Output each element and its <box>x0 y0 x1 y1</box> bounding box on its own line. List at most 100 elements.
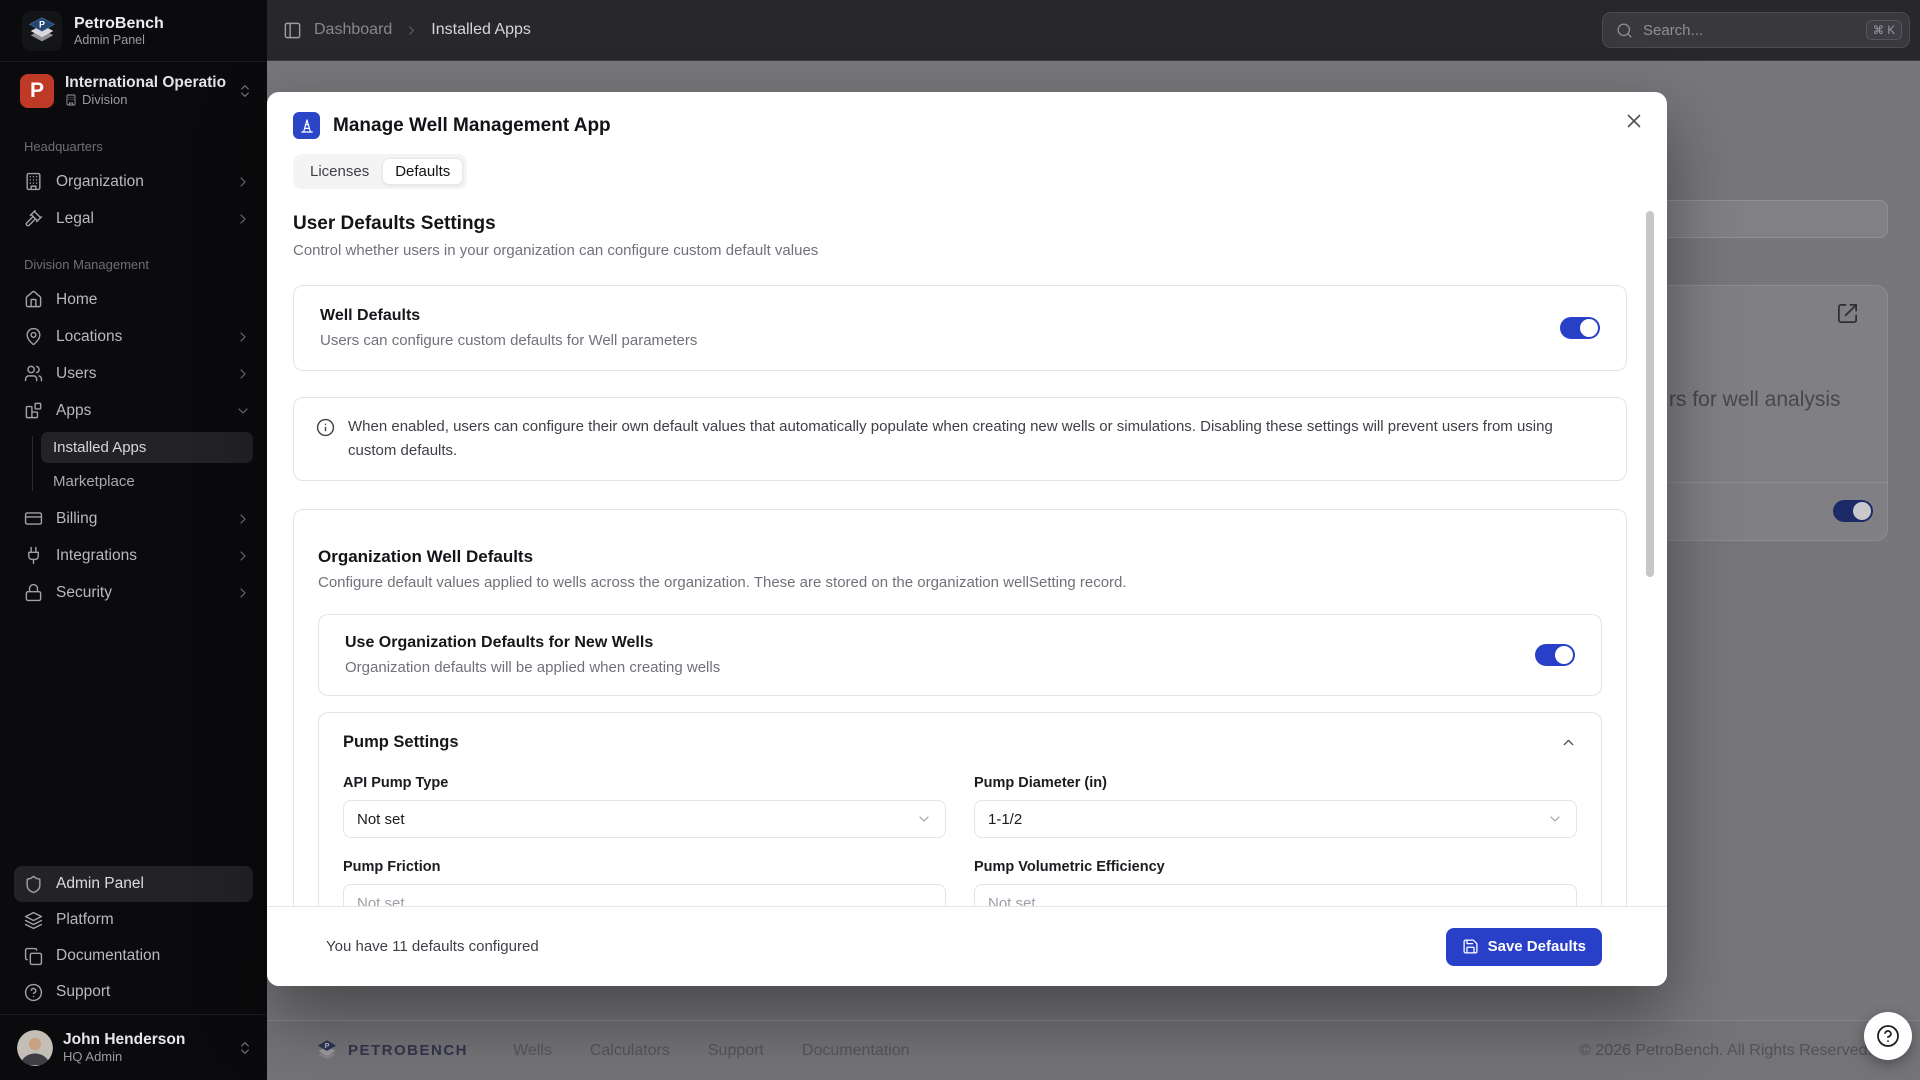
sidebar-item-label: Marketplace <box>53 473 135 490</box>
sidebar-item-locations[interactable]: Locations <box>0 318 267 355</box>
brand-title: PetroBench <box>74 14 164 33</box>
sidebar-item-label: Users <box>56 365 96 383</box>
sidebar-item-home[interactable]: Home <box>0 281 267 318</box>
api-pump-type-label: API Pump Type <box>343 775 946 791</box>
search-input[interactable] <box>1643 22 1866 39</box>
page-footer: P PETROBENCH Wells Calculators Support D… <box>267 1020 1920 1080</box>
sidebar-brand: P PetroBench Admin Panel <box>0 0 267 62</box>
org-type-label: Division <box>82 92 128 108</box>
chevron-down-icon <box>235 403 251 419</box>
global-search[interactable]: ⌘ K <box>1602 12 1910 48</box>
sidebar-item-label: Organization <box>56 173 144 191</box>
tab-licenses[interactable]: Licenses <box>297 158 382 185</box>
chevron-right-icon <box>235 548 251 564</box>
background-app-toggle[interactable] <box>1833 500 1873 522</box>
copy-docs-icon <box>24 947 43 966</box>
breadcrumb-parent[interactable]: Dashboard <box>314 21 392 39</box>
pump-diameter-select[interactable]: 1-1/2 <box>974 800 1577 838</box>
scrollbar-thumb[interactable] <box>1646 211 1654 577</box>
chevron-right-icon <box>235 211 251 227</box>
pump-friction-input[interactable] <box>343 884 946 906</box>
credit-card-icon <box>24 509 43 528</box>
sidebar-item-support[interactable]: Support <box>14 974 253 1010</box>
sidebar-item-label: Legal <box>56 210 94 228</box>
chevron-right-icon <box>235 585 251 601</box>
org-switcher[interactable]: P International Operatio Division <box>0 62 267 119</box>
plug-icon <box>24 546 43 565</box>
lock-icon <box>24 583 43 602</box>
layers-icon <box>24 911 43 930</box>
user-name: John Henderson <box>63 1030 237 1049</box>
breadcrumb: Dashboard Installed Apps <box>283 21 531 40</box>
footer-link-calculators[interactable]: Calculators <box>590 1042 670 1060</box>
save-defaults-button[interactable]: Save Defaults <box>1446 928 1602 966</box>
user-menu[interactable]: John Henderson HQ Admin <box>0 1014 267 1080</box>
well-defaults-toggle[interactable] <box>1560 317 1600 339</box>
section-subtitle: Control whether users in your organizati… <box>293 242 1627 259</box>
brand-subtitle: Admin Panel <box>74 33 164 48</box>
gavel-icon <box>24 209 43 228</box>
tab-defaults[interactable]: Defaults <box>382 158 463 185</box>
org-well-defaults-card: Organization Well Defaults Configure def… <box>293 509 1627 906</box>
section-label-division: Division Management <box>0 237 267 281</box>
help-circle-icon <box>1876 1024 1900 1048</box>
well-app-icon <box>293 112 320 139</box>
sidebar-item-security[interactable]: Security <box>0 574 267 611</box>
footer-link-wells[interactable]: Wells <box>513 1042 552 1060</box>
sidebar-item-label: Integrations <box>56 547 137 565</box>
modal-title: Manage Well Management App <box>333 115 611 137</box>
apps-blocks-icon <box>24 401 43 420</box>
info-icon <box>316 418 335 437</box>
footer-link-documentation[interactable]: Documentation <box>802 1042 910 1060</box>
sidebar-item-label: Apps <box>56 402 91 420</box>
chevron-right-icon <box>235 511 251 527</box>
users-icon <box>24 364 43 383</box>
petrobench-logo-icon: P <box>22 11 62 51</box>
pump-friction-label: Pump Friction <box>343 859 946 875</box>
footer-copyright: © 2026 PetroBench. All Rights Reserved. <box>1579 1042 1872 1060</box>
footer-link-support[interactable]: Support <box>708 1042 764 1060</box>
defaults-status-text: You have 11 defaults configured <box>326 938 539 955</box>
pump-vol-eff-input[interactable] <box>974 884 1577 906</box>
panel-left-icon[interactable] <box>283 21 302 40</box>
sidebar-item-billing[interactable]: Billing <box>0 500 267 537</box>
sidebar-item-documentation[interactable]: Documentation <box>14 938 253 974</box>
sidebar-subitem-installed-apps[interactable]: Installed Apps <box>41 432 253 463</box>
sidebar-subitem-marketplace[interactable]: Marketplace <box>41 466 253 497</box>
org-logo-icon: P <box>20 74 54 108</box>
use-org-defaults-card: Use Organization Defaults for New Wells … <box>318 614 1602 696</box>
sidebar-item-label: Documentation <box>56 947 160 965</box>
shield-icon <box>24 875 43 894</box>
modal-scroll-area[interactable]: User Defaults Settings Control whether u… <box>267 205 1667 906</box>
external-link-icon[interactable] <box>1836 302 1859 325</box>
sidebar-item-label: Support <box>56 983 110 1001</box>
section-label-headquarters: Headquarters <box>0 119 267 163</box>
svg-text:P: P <box>325 1041 330 1050</box>
modal-tabs: Licenses Defaults <box>293 154 467 189</box>
sidebar-item-platform[interactable]: Platform <box>14 902 253 938</box>
help-floating-button[interactable] <box>1864 1012 1912 1060</box>
footer-links: Wells Calculators Support Documentation <box>513 1042 910 1060</box>
close-icon[interactable] <box>1623 110 1645 132</box>
sidebar-item-admin-panel[interactable]: Admin Panel <box>14 866 253 902</box>
info-banner-text: When enabled, users can configure their … <box>348 415 1604 463</box>
map-pin-icon <box>24 327 43 346</box>
sidebar-item-integrations[interactable]: Integrations <box>0 537 267 574</box>
search-icon <box>1616 22 1633 39</box>
search-shortcut-badge: ⌘ K <box>1866 20 1902 40</box>
modal-scrollbar[interactable] <box>1645 205 1655 906</box>
use-org-defaults-subtitle: Organization defaults will be applied wh… <box>345 659 720 676</box>
chevron-up-icon[interactable] <box>1560 734 1577 751</box>
sidebar-item-legal[interactable]: Legal <box>0 200 267 237</box>
sidebar-item-organization[interactable]: Organization <box>0 163 267 200</box>
use-org-defaults-toggle[interactable] <box>1535 644 1575 666</box>
modal-footer: You have 11 defaults configured Save Def… <box>267 906 1667 986</box>
pump-vol-eff-label: Pump Volumetric Efficiency <box>974 859 1577 875</box>
svg-text:P: P <box>39 19 45 29</box>
sidebar-item-label: Admin Panel <box>56 875 144 893</box>
sidebar-item-users[interactable]: Users <box>0 355 267 392</box>
pump-diameter-value: 1-1/2 <box>988 811 1022 828</box>
api-pump-type-select[interactable]: Not set <box>343 800 946 838</box>
sidebar-item-apps[interactable]: Apps <box>0 392 267 429</box>
sidebar-item-label: Billing <box>56 510 97 528</box>
